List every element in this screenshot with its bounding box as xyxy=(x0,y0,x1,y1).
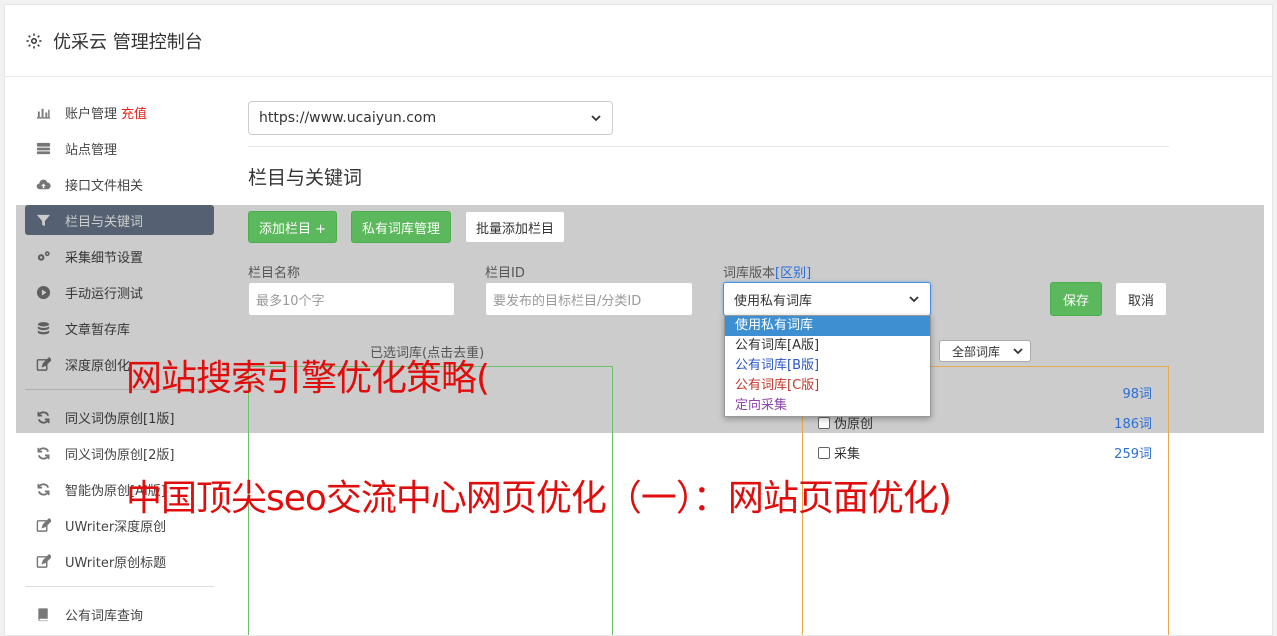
refresh-icon xyxy=(35,445,51,461)
overlay-headline-2: 中国顶尖seo交流中心网页优化（一）：网站页面优化) xyxy=(126,478,952,519)
page-title: 栏目与关键词 xyxy=(248,167,363,189)
add-column-button[interactable]: 添加栏目 + xyxy=(248,211,338,243)
chevron-down-icon xyxy=(909,296,919,303)
overlay-headline-1: 网站搜索引擎优化策略( xyxy=(126,358,490,399)
lib-row[interactable]: 采集 259词 xyxy=(818,443,1152,462)
lib-row-count[interactable]: 259词 xyxy=(1114,443,1152,462)
sidebar-item-label: UWriter原创标题 xyxy=(65,555,167,571)
book-icon xyxy=(35,606,51,622)
lib-version-select[interactable]: 使用私有词库 xyxy=(723,282,931,316)
lib-version-label: 词库版本[区别] xyxy=(723,262,811,281)
column-id-label: 栏目ID xyxy=(485,266,525,281)
chevron-down-icon xyxy=(1013,348,1023,355)
cloud-upload-icon xyxy=(35,176,51,192)
dropdown-option[interactable]: 公有词库[B版] xyxy=(725,356,930,376)
lib-filter-value: 全部词库 xyxy=(952,344,1001,359)
bar-chart-icon xyxy=(35,104,51,120)
chevron-down-icon xyxy=(591,115,601,122)
gear-icon xyxy=(26,33,42,48)
cancel-button[interactable]: 取消 xyxy=(1115,282,1168,316)
save-button[interactable]: 保存 xyxy=(1050,282,1103,316)
app-window: 优采云 管理控制台 账户管理 充值 站点管理 接口文件相关 栏目与关键词 采集细… xyxy=(4,4,1273,636)
lib-version-value: 使用私有词库 xyxy=(734,293,813,309)
sidebar-item-label: 账户管理 xyxy=(65,106,118,122)
sidebar-item-label: 接口文件相关 xyxy=(65,178,144,194)
divider xyxy=(248,146,1169,147)
refresh-icon xyxy=(35,481,51,497)
lib-row-checkbox[interactable]: 采集 xyxy=(818,443,860,462)
sidebar-divider xyxy=(25,586,214,587)
main-content: https://www.ucaiyun.com 栏目与关键词 xyxy=(248,101,1169,190)
column-name-label: 栏目名称 xyxy=(248,266,301,281)
private-lib-button[interactable]: 私有词库管理 xyxy=(351,211,452,243)
sidebar-item-public-lib[interactable]: 公有词库查询 xyxy=(25,599,214,629)
sidebar-item-interface[interactable]: 接口文件相关 xyxy=(25,169,214,199)
sidebar-item-sites[interactable]: 站点管理 xyxy=(25,133,214,163)
site-select[interactable]: https://www.ucaiyun.com xyxy=(248,101,613,135)
sidebar-item-label: 公有词库查询 xyxy=(65,608,144,624)
toolbar: 添加栏目 + 私有词库管理 批量添加栏目 xyxy=(248,211,566,243)
sidebar-item-label: 站点管理 xyxy=(65,142,118,158)
column-name-input[interactable]: 最多10个字 xyxy=(248,282,455,316)
server-icon xyxy=(35,140,51,156)
dropdown-option[interactable]: 定向采集 xyxy=(725,396,930,416)
lib-version-dropdown: 使用私有词库 公有词库[A版] 公有词库[B版] 公有词库[C版] 定向采集 xyxy=(724,315,931,417)
recharge-link[interactable]: 充值 xyxy=(121,103,147,122)
lib-row-count[interactable]: 186词 xyxy=(1114,413,1152,432)
lib-row-count[interactable]: 98词 xyxy=(1122,383,1152,402)
batch-add-button[interactable]: 批量添加栏目 xyxy=(465,211,566,243)
dropdown-option[interactable]: 公有词库[A版] xyxy=(725,336,930,356)
header: 优采云 管理控制台 xyxy=(5,5,1272,77)
sidebar-item-synonym-v2[interactable]: 同义词伪原创[2版] xyxy=(25,438,214,468)
lib-filter-select[interactable]: 全部词库 xyxy=(939,340,1031,362)
sidebar-item-label: 同义词伪原创[2版] xyxy=(65,447,175,463)
checkbox[interactable] xyxy=(818,416,830,429)
sidebar-item-uwriter-title[interactable]: UWriter原创标题 xyxy=(25,546,214,576)
difference-link[interactable]: [区别] xyxy=(775,266,811,281)
app-title: 优采云 管理控制台 xyxy=(53,31,203,53)
edit-icon xyxy=(35,553,51,569)
lib-version-text: 词库版本 xyxy=(723,266,776,281)
checkbox[interactable] xyxy=(818,446,830,459)
edit-icon xyxy=(35,517,51,533)
dropdown-option[interactable]: 使用私有词库 xyxy=(725,316,930,336)
lib-row-label: 采集 xyxy=(834,447,861,462)
sidebar-item-account[interactable]: 账户管理 充值 xyxy=(25,97,214,127)
column-id-input[interactable]: 要发布的目标栏目/分类ID xyxy=(485,282,693,316)
site-select-value: https://www.ucaiyun.com xyxy=(259,110,437,126)
dropdown-option[interactable]: 公有词库[C版] xyxy=(725,376,930,396)
